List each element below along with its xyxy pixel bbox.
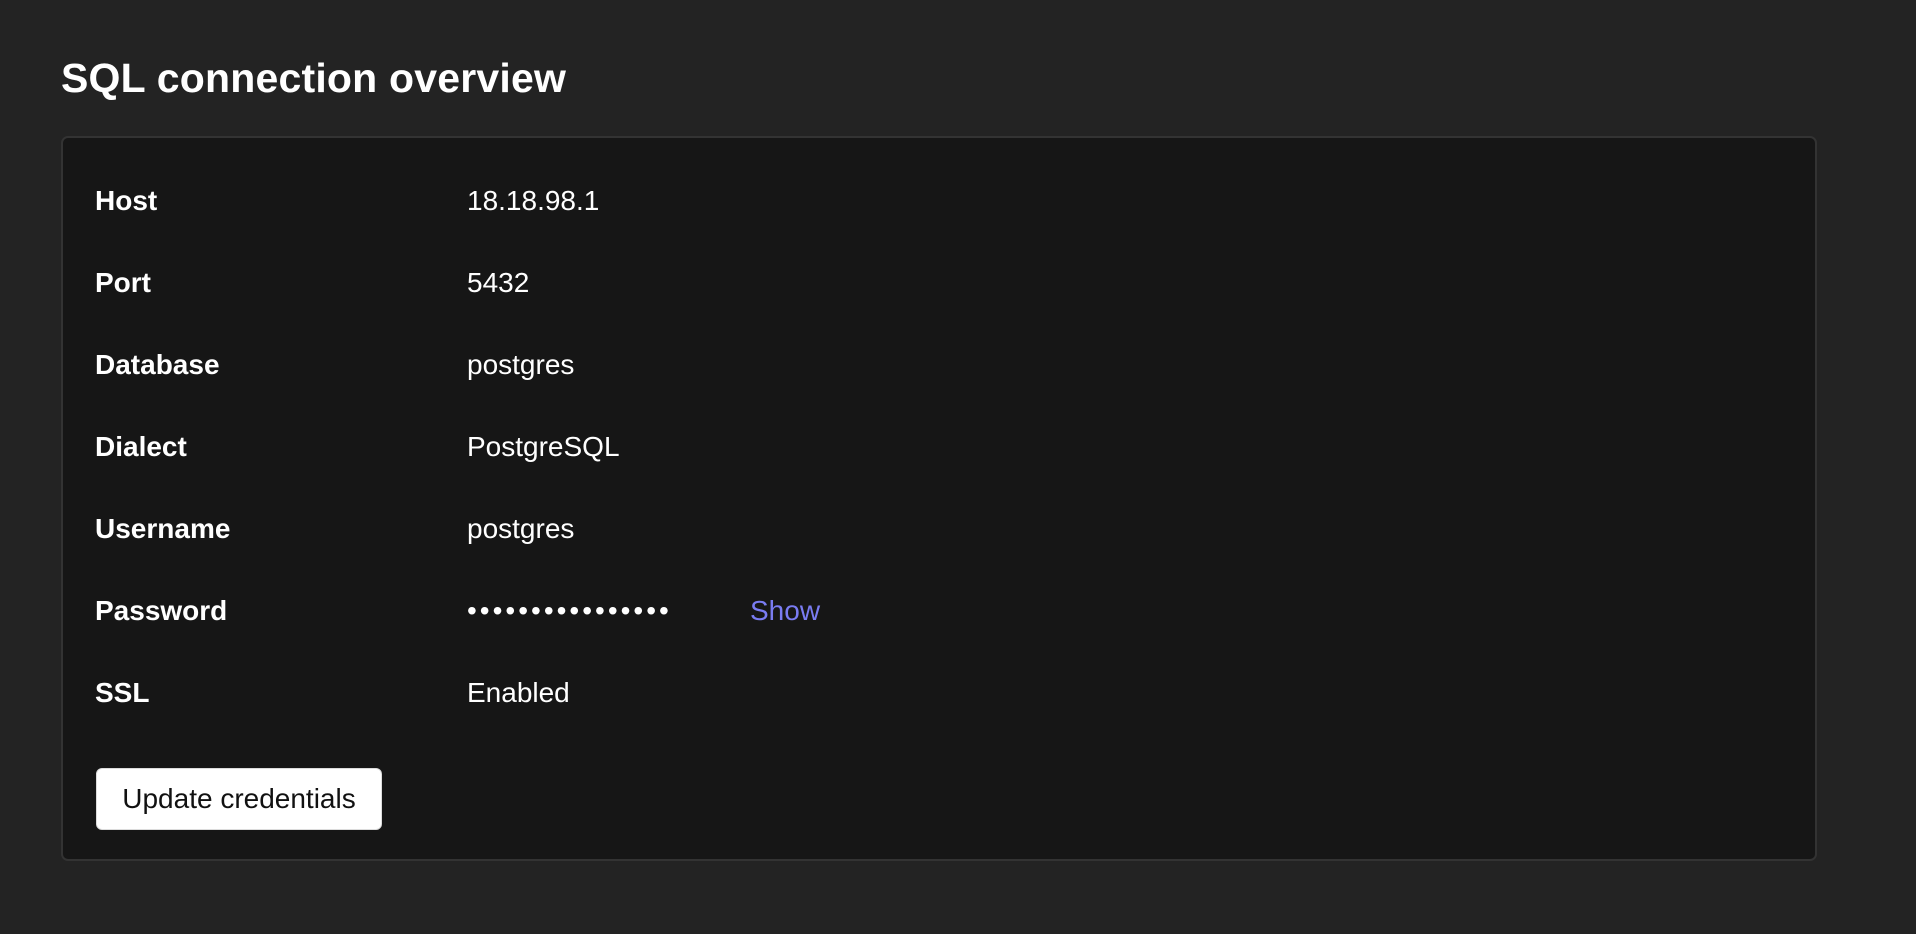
host-label: Host: [95, 185, 158, 216]
ssl-value: Enabled: [467, 677, 570, 708]
port-value: 5432: [467, 267, 530, 298]
update-credentials-button[interactable]: Update credentials: [96, 768, 382, 830]
host-value: 18.18.98.1: [467, 185, 600, 216]
password-masked-value: ••••••••••••••••: [467, 595, 672, 626]
page: SQL connection overview Host 18.18.98.1 …: [0, 0, 1916, 934]
username-label: Username: [95, 513, 231, 544]
password-label: Password: [95, 595, 228, 626]
detail-row-password: Password •••••••••••••••• Show: [63, 581, 1815, 663]
show-password-link[interactable]: Show: [750, 591, 820, 631]
detail-row-database: Database postgres: [63, 335, 1815, 417]
database-label: Database: [95, 349, 220, 380]
connection-details-list: Host 18.18.98.1 Port 5432 Database postg…: [63, 171, 1815, 745]
dialect-label: Dialect: [95, 431, 187, 462]
port-label: Port: [95, 267, 151, 298]
dialect-value: PostgreSQL: [467, 431, 620, 462]
connection-details-panel: Host 18.18.98.1 Port 5432 Database postg…: [61, 136, 1817, 861]
detail-row-dialect: Dialect PostgreSQL: [63, 417, 1815, 499]
database-value: postgres: [467, 349, 575, 380]
detail-row-port: Port 5432: [63, 253, 1815, 335]
detail-row-host: Host 18.18.98.1: [63, 171, 1815, 253]
detail-row-ssl: SSL Enabled: [63, 663, 1815, 745]
detail-row-username: Username postgres: [63, 499, 1815, 581]
ssl-label: SSL: [95, 677, 150, 708]
page-title: SQL connection overview: [61, 55, 567, 101]
username-value: postgres: [467, 513, 575, 544]
